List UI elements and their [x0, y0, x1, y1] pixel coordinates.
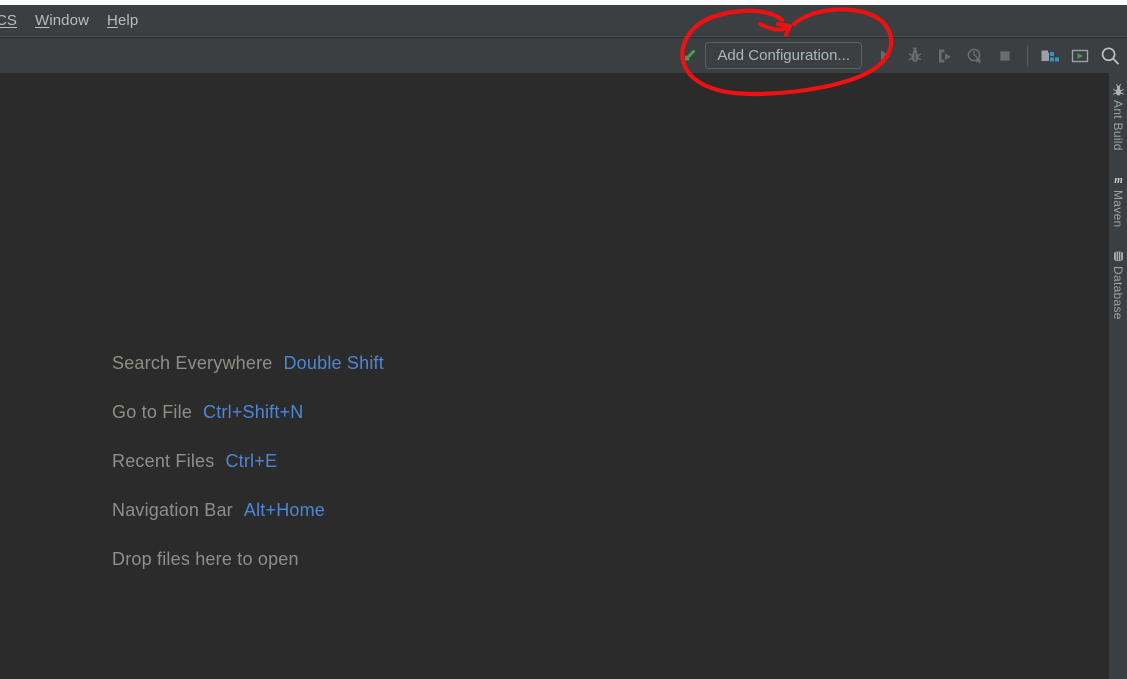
ide-window: CS WWindowindow Help Add Configuration..… — [0, 0, 1127, 679]
hint-label: Recent Files — [112, 451, 215, 471]
menu-item-window[interactable]: WWindowindow — [26, 13, 98, 28]
right-tool-window-strip: Ant Build m Maven Database — [1108, 73, 1127, 679]
hint-row-go-to-file: Go to File Ctrl+Shift+N — [112, 388, 384, 437]
menu-item-window-label: WWindowindow — [35, 12, 90, 29]
tool-window-button-ant-build[interactable]: Ant Build — [1111, 83, 1125, 151]
ant-build-icon — [1111, 83, 1125, 97]
svg-text:m: m — [1114, 174, 1123, 186]
toolbar-divider — [1027, 45, 1028, 66]
maven-icon: m — [1111, 173, 1125, 187]
play-icon[interactable] — [870, 41, 900, 71]
hint-shortcut: Ctrl+E — [225, 451, 278, 471]
menu-bar: CS WWindowindow Help — [0, 5, 1127, 37]
menu-item-vcs[interactable]: CS — [0, 13, 26, 28]
menu-item-help[interactable]: Help — [98, 13, 147, 28]
project-structure-icon[interactable] — [1035, 41, 1065, 71]
hint-label: Go to File — [112, 402, 193, 422]
hint-shortcut: Double Shift — [283, 353, 384, 373]
search-icon[interactable] — [1095, 41, 1125, 71]
menu-item-help-label: Help — [107, 12, 139, 29]
tool-window-button-database[interactable]: Database — [1111, 249, 1125, 320]
editor-hint-list: Search Everywhere Double Shift Go to Fil… — [112, 339, 384, 584]
hint-label: Search Everywhere — [112, 353, 273, 373]
hint-label: Drop files here to open — [112, 549, 299, 569]
terminal-icon[interactable] — [1065, 41, 1095, 71]
profiler-icon[interactable] — [960, 41, 990, 71]
editor-empty-area[interactable]: Search Everywhere Double Shift Go to Fil… — [0, 73, 1108, 679]
stop-square-icon[interactable] — [990, 41, 1020, 71]
main-toolbar: Add Configuration... — [0, 38, 1127, 73]
hint-shortcut: Alt+Home — [243, 500, 326, 520]
tool-window-label: Maven — [1111, 189, 1125, 228]
tool-window-button-maven[interactable]: m Maven — [1111, 173, 1125, 228]
bug-icon[interactable] — [900, 41, 930, 71]
add-configuration-button[interactable]: Add Configuration... — [705, 42, 862, 69]
hint-label: Navigation Bar — [112, 500, 233, 520]
hint-row-navigation-bar: Navigation Bar Alt+Home — [112, 486, 384, 535]
database-icon — [1111, 249, 1125, 263]
build-hammer-icon[interactable] — [675, 41, 705, 71]
hint-row-recent-files: Recent Files Ctrl+E — [112, 437, 384, 486]
menu-item-vcs-label: CS — [0, 12, 18, 29]
run-coverage-icon[interactable] — [930, 41, 960, 71]
tool-window-label: Database — [1111, 266, 1125, 321]
tool-window-label: Ant Build — [1111, 100, 1125, 151]
hint-row-drop-files: Drop files here to open — [112, 535, 384, 584]
hint-row-search-everywhere: Search Everywhere Double Shift — [112, 339, 384, 388]
hint-shortcut: Ctrl+Shift+N — [203, 402, 304, 422]
